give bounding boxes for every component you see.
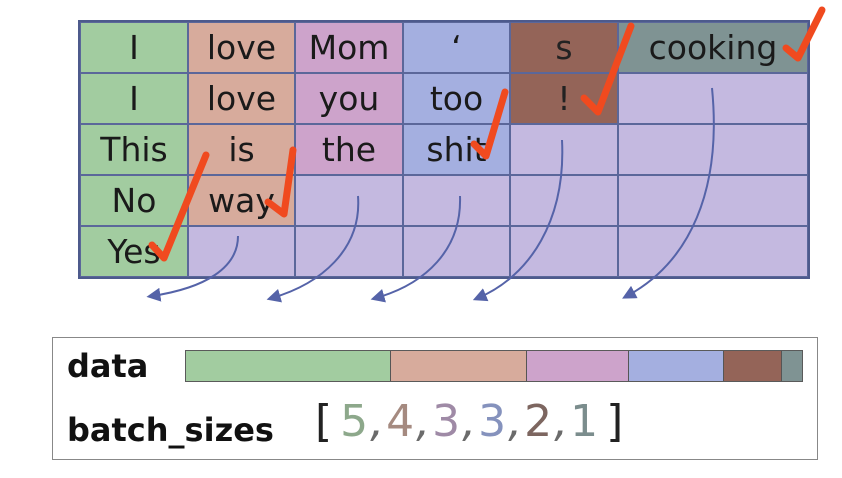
data-bar-segment-brown [724, 351, 783, 381]
grid-cell-r3-c1: This [80, 124, 188, 175]
close-bracket: ] [606, 396, 624, 447]
grid-cell-r4-c4 [403, 175, 510, 226]
data-bar [185, 350, 803, 382]
output-panel: data batch_sizes [ 5,4,3,3,2,1 ] [52, 337, 818, 460]
grid-cell-r2-c5: ! [510, 73, 618, 124]
batch-size-value: 2 [524, 396, 553, 447]
batch-separator: , [554, 396, 569, 447]
grid-cell-r5-c1: Yes [80, 226, 188, 277]
packed-sequence-diagram: Ilove Mom ‘s cooking Ilove you too! This is the sh… [0, 0, 842, 478]
token-grid: Ilove Mom ‘s cooking Ilove you too! This is the sh… [78, 20, 810, 279]
grid-cell-r5-c3 [295, 226, 403, 277]
grid-cell-r2-c3: you [295, 73, 403, 124]
grid-cell-r5-c5 [510, 226, 618, 277]
grid-cell-r1-c5: s [510, 22, 618, 73]
data-bar-segment-blue [628, 351, 725, 381]
batch-size-value: 4 [386, 396, 415, 447]
grid-cell-r2-c6 [618, 73, 808, 124]
data-bar-segment-salmon [391, 351, 527, 381]
grid-cell-r4-c3 [295, 175, 403, 226]
grid-cell-r5-c2 [188, 226, 295, 277]
grid-cell-r3-c2: is [188, 124, 295, 175]
grid-cell-r3-c4: shit [403, 124, 510, 175]
data-bar-segment-green [186, 351, 392, 381]
grid-cell-r3-c6 [618, 124, 808, 175]
grid-cell-r1-c6: cooking [618, 22, 808, 73]
grid-cell-r1-c1: I [80, 22, 188, 73]
grid-cell-r2-c4: too [403, 73, 510, 124]
data-label: data [67, 347, 149, 385]
data-bar-segment-slate [782, 351, 802, 381]
batch-sizes-label: batch_sizes [67, 411, 274, 449]
batch-separator: , [508, 396, 523, 447]
grid-cell-r1-c2: love [188, 22, 295, 73]
batch-size-value: 3 [432, 396, 461, 447]
grid-cell-r4-c6 [618, 175, 808, 226]
batch-size-value: 3 [478, 396, 507, 447]
grid-cell-r5-c6 [618, 226, 808, 277]
batch-separator: , [416, 396, 431, 447]
grid-cell-r1-c4: ‘ [403, 22, 510, 73]
grid-cell-r3-c3: the [295, 124, 403, 175]
batch-size-value: 5 [340, 396, 369, 447]
grid-cell-r3-c5 [510, 124, 618, 175]
grid-cell-r1-c3: Mom [295, 22, 403, 73]
grid-cell-r4-c2: way [188, 175, 295, 226]
grid-cell-r2-c1: I [80, 73, 188, 124]
grid-cell-r5-c4 [403, 226, 510, 277]
batch-separator: , [462, 396, 477, 447]
grid-cell-r4-c5 [510, 175, 618, 226]
batch-sizes-list: [ 5,4,3,3,2,1 ] [315, 400, 623, 444]
batch-separator: , [370, 396, 385, 447]
data-bar-segment-pink [526, 351, 629, 381]
grid-cell-r4-c1: No [80, 175, 188, 226]
open-bracket: [ [315, 396, 333, 447]
batch-size-value: 1 [570, 396, 599, 447]
grid-cell-r2-c2: love [188, 73, 295, 124]
